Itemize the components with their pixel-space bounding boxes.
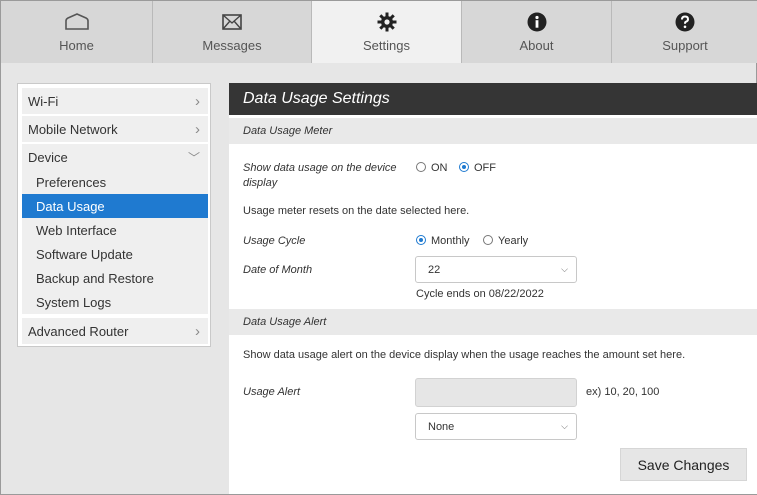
tab-settings[interactable]: Settings [312, 1, 462, 63]
main-panel: Data Usage Settings Data Usage Meter Sho… [229, 83, 757, 494]
radio-off[interactable]: OFF [459, 162, 496, 174]
section-header-meter: Data Usage Meter [229, 118, 757, 144]
chevron-down-icon: ⌵ [561, 264, 568, 274]
sidebar-item-label: Mobile Network [28, 121, 118, 137]
chevron-right-icon: › [195, 92, 200, 110]
sidebar: Wi-Fi › Mobile Network › Device ﹀ Prefer… [17, 83, 211, 347]
alert-description: Show data usage alert on the device disp… [243, 349, 686, 361]
chevron-right-icon: › [195, 120, 200, 138]
home-icon [64, 10, 90, 34]
save-changes-button[interactable]: Save Changes [620, 448, 747, 481]
radio-yearly-circle [483, 235, 493, 245]
radio-on[interactable]: ON [416, 162, 448, 174]
radio-on-label: ON [431, 162, 448, 174]
usage-alert-hint: ex) 10, 20, 100 [586, 386, 660, 398]
sidebar-item-advanced-router[interactable]: Advanced Router › [22, 318, 208, 344]
sidebar-item-preferences[interactable]: Preferences [22, 170, 208, 194]
show-usage-label-line2: display [243, 177, 278, 189]
app-frame: Home Messages Settings About Support Wi-… [0, 0, 757, 495]
usage-alert-label: Usage Alert [243, 386, 301, 398]
info-icon [527, 10, 547, 34]
radio-yearly-label: Yearly [498, 235, 529, 247]
top-nav: Home Messages Settings About Support [1, 1, 757, 63]
sidebar-item-software-update[interactable]: Software Update [22, 242, 208, 266]
usage-cycle-label: Usage Cycle [243, 235, 306, 247]
tab-support[interactable]: Support [612, 1, 757, 63]
date-of-month-label: Date of Month [243, 264, 313, 276]
tab-home[interactable]: Home [1, 1, 153, 63]
sidebar-item-wifi[interactable]: Wi-Fi › [22, 88, 208, 114]
sidebar-item-label: Device [28, 149, 68, 165]
date-of-month-select[interactable]: 22 ⌵ [415, 256, 577, 283]
sidebar-item-mobile-network[interactable]: Mobile Network › [22, 116, 208, 142]
tab-label: Support [662, 38, 708, 53]
sidebar-item-data-usage[interactable]: Data Usage [22, 194, 208, 218]
sidebar-item-device[interactable]: Device ﹀ [22, 144, 208, 170]
question-icon [675, 10, 695, 34]
sidebar-item-label: Wi-Fi [28, 93, 59, 109]
usage-alert-input[interactable] [415, 378, 577, 407]
radio-on-circle [416, 162, 426, 172]
tab-label: About [519, 38, 554, 53]
cycle-ends-text: Cycle ends on 08/22/2022 [416, 288, 544, 300]
usage-alert-unit-select[interactable]: None ⌵ [415, 413, 577, 440]
radio-yearly[interactable]: Yearly [483, 235, 528, 247]
chevron-down-icon: ⌵ [561, 421, 568, 431]
tab-label: Home [59, 38, 94, 53]
sidebar-item-label: Advanced Router [28, 323, 129, 339]
radio-off-label: OFF [474, 162, 496, 174]
tab-label: Messages [202, 38, 262, 53]
radio-monthly-label: Monthly [431, 235, 470, 247]
show-usage-label: Show data usage on the device display [243, 161, 397, 191]
chevron-right-icon: › [195, 322, 200, 340]
tab-messages[interactable]: Messages [153, 1, 312, 63]
envelope-icon [222, 10, 242, 34]
gear-icon [377, 10, 397, 34]
sidebar-item-system-logs[interactable]: System Logs [22, 290, 208, 314]
date-of-month-value: 22 [428, 263, 441, 276]
tab-about[interactable]: About [462, 1, 612, 63]
page-title: Data Usage Settings [229, 83, 757, 115]
reset-note: Usage meter resets on the date selected … [243, 205, 470, 217]
radio-monthly[interactable]: Monthly [416, 235, 470, 247]
section-header-alert: Data Usage Alert [229, 309, 757, 335]
radio-off-circle [459, 162, 469, 172]
tab-label: Settings [363, 38, 410, 53]
show-usage-label-line1: Show data usage on the device [243, 162, 397, 174]
sidebar-item-backup-restore[interactable]: Backup and Restore [22, 266, 208, 290]
usage-alert-unit-value: None [428, 420, 455, 433]
radio-monthly-circle [416, 235, 426, 245]
chevron-down-icon: ﹀ [187, 150, 200, 165]
sidebar-item-web-interface[interactable]: Web Interface [22, 218, 208, 242]
